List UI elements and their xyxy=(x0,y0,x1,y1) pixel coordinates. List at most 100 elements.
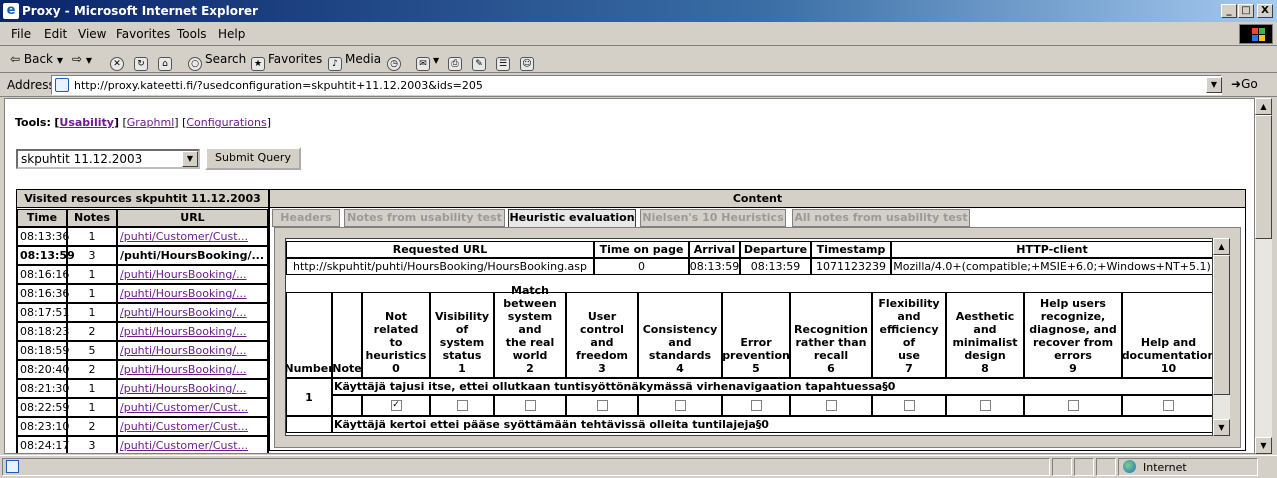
row-url-link[interactable]: /puhti/Customer/Cust... xyxy=(120,420,248,433)
req-timestamp: 1071123239 xyxy=(811,258,891,275)
heuristic-checkbox[interactable]: ✓ xyxy=(390,400,402,411)
inner-scrollbar[interactable]: ▲ ▼ xyxy=(1213,238,1230,436)
home-button[interactable]: ⌂ xyxy=(158,52,175,71)
row-time: 08:13:36 xyxy=(17,227,69,246)
heur-col-label: system and xyxy=(507,310,553,336)
heur-col-label: errors xyxy=(1054,349,1092,362)
scroll-thumb[interactable] xyxy=(1213,255,1230,395)
tab-notes-from-usability-test[interactable]: Notes from usability test xyxy=(344,209,505,227)
tools-link-graphml[interactable]: Graphml xyxy=(127,116,175,129)
menu-tools[interactable]: Tools xyxy=(177,27,207,41)
messenger-button[interactable]: ☺ xyxy=(520,52,537,71)
heuristic-checkbox[interactable] xyxy=(456,400,468,411)
maximize-button[interactable]: □ xyxy=(1238,4,1254,18)
tools-link-configurations[interactable]: Configurations xyxy=(186,116,266,129)
refresh-button[interactable]: ↻ xyxy=(134,52,151,71)
row-notes: 2 xyxy=(67,417,117,436)
tab-heuristic-evaluation[interactable]: Heuristic evaluation xyxy=(508,209,636,228)
favorites-button[interactable]: ★ Favorites xyxy=(251,52,322,71)
row-url-link[interactable]: /puhti/Customer/Cust... xyxy=(120,230,248,243)
media-button[interactable]: ♪ Media xyxy=(328,52,381,71)
row-url-link[interactable]: /puhti/HoursBooking/... xyxy=(120,268,247,281)
tab-all-notes-from-usability-test[interactable]: All notes from usability test xyxy=(792,209,970,227)
configuration-select[interactable]: skpuhtit 11.12.2003 ▼ xyxy=(16,149,200,169)
row-url-link[interactable]: /puhti/HoursBooking/... xyxy=(120,325,247,338)
tab-headers[interactable]: Headers xyxy=(272,209,340,227)
row-url-link[interactable]: /puhti/HoursBooking/... xyxy=(120,363,247,376)
back-button[interactable]: ⇦ Back ▼ xyxy=(10,52,63,66)
mail-button[interactable]: ✉ ▼ xyxy=(416,52,439,71)
chevron-down-icon[interactable]: ▼ xyxy=(182,151,198,167)
status-panel xyxy=(1074,458,1094,476)
heur-header-col-5: Error prevention 5 xyxy=(722,292,790,378)
heur-row-number: 1 xyxy=(286,378,332,416)
heuristic-checkbox[interactable] xyxy=(596,400,608,411)
row-url-link[interactable]: /puhti/Customer/Cust... xyxy=(120,401,248,414)
row-notes: 5 xyxy=(67,341,117,360)
row-url-link[interactable]: /puhti/HoursBooking/... xyxy=(120,287,247,300)
submit-query-button[interactable]: Submit Query xyxy=(205,147,301,170)
heuristic-checkbox[interactable] xyxy=(674,400,686,411)
heur-col-label: the real xyxy=(505,336,555,349)
print-button[interactable]: ⎙ xyxy=(448,52,465,71)
close-button[interactable]: X xyxy=(1257,4,1273,18)
heur-col-label: prevention xyxy=(722,349,790,362)
discuss-button[interactable]: ☰ xyxy=(496,52,513,71)
heuristic-checkbox[interactable] xyxy=(979,400,991,411)
tools-label: Tools: xyxy=(15,116,51,129)
page-scrollbar[interactable]: ▲ ▼ xyxy=(1255,98,1272,454)
history-button[interactable]: ◷ xyxy=(387,52,404,71)
menu-edit[interactable]: Edit xyxy=(44,27,67,41)
address-input[interactable]: http://proxy.kateetti.fi/?usedconfigurat… xyxy=(51,75,1222,95)
heur-col-number: 2 xyxy=(526,362,534,375)
heuristic-checkbox[interactable] xyxy=(524,400,536,411)
row-notes: 1 xyxy=(67,265,117,284)
address-dropdown-button[interactable]: ▼ xyxy=(1206,77,1222,93)
search-button[interactable]: ○ Search xyxy=(188,52,246,71)
heuristic-checkbox[interactable] xyxy=(1067,400,1079,411)
menu-help[interactable]: Help xyxy=(218,27,245,41)
heur-header-col-3: User control and freedom 3 xyxy=(566,292,638,378)
heuristic-checkbox[interactable] xyxy=(750,400,762,411)
row-url-link[interactable]: /puhti/HoursBooking/... xyxy=(120,249,264,262)
page-icon xyxy=(55,78,69,92)
menu-favorites[interactable]: Favorites xyxy=(116,27,170,41)
row-url-link[interactable]: /puhti/HoursBooking/... xyxy=(120,382,247,395)
heur-col-label: Help users xyxy=(1040,297,1106,310)
heur-col-number: 0 xyxy=(392,362,400,375)
row-time: 08:18:23 xyxy=(17,322,69,341)
heur-col-label: control and xyxy=(580,323,624,349)
row-notes: 2 xyxy=(67,322,117,341)
stop-button[interactable]: ✕ xyxy=(110,52,127,71)
ie-icon: e xyxy=(3,3,19,19)
row-url-link[interactable]: /puhti/Customer/Cust... xyxy=(120,439,248,452)
edit-button[interactable]: ✎ xyxy=(472,52,489,71)
minimize-button[interactable]: _ xyxy=(1221,4,1237,18)
heuristic-checkbox[interactable] xyxy=(825,400,837,411)
tab-nielsens-10-heuristics[interactable]: Nielsen's 10 Heuristics xyxy=(640,209,786,227)
tools-link-usability[interactable]: Usability xyxy=(59,116,114,129)
scroll-down-icon[interactable]: ▼ xyxy=(1255,437,1272,454)
heur-col-label: Flexibility xyxy=(878,297,940,310)
scroll-down-icon[interactable]: ▼ xyxy=(1213,419,1230,436)
row-url-link[interactable]: /puhti/HoursBooking/... xyxy=(120,344,247,357)
heuristic-checkbox[interactable] xyxy=(1163,400,1174,411)
heur-col-number: 4 xyxy=(676,362,684,375)
heur-check-cell xyxy=(566,395,638,416)
menu-file[interactable]: File xyxy=(11,27,31,41)
menu-view[interactable]: View xyxy=(78,27,106,41)
status-bar: Internet xyxy=(0,455,1277,478)
row-time: 08:18:59 xyxy=(17,341,69,360)
heuristic-checkbox[interactable] xyxy=(903,400,915,411)
heur-col-label: to xyxy=(389,336,403,349)
heur-header-col-4: Consistency and standards 4 xyxy=(638,292,722,378)
row-url-link[interactable]: /puhti/HoursBooking/... xyxy=(120,306,247,319)
scroll-up-icon[interactable]: ▲ xyxy=(1213,238,1230,255)
forward-button[interactable]: ⇨ ▼ xyxy=(72,52,92,66)
table-row: 08:18:59 5/puhti/HoursBooking/... xyxy=(17,341,268,360)
req-time: 0 xyxy=(594,258,689,275)
scroll-thumb[interactable] xyxy=(1255,115,1272,239)
heur-header-col-8: Aesthetic and minimalist design 8 xyxy=(946,292,1024,378)
go-button[interactable]: ➜Go xyxy=(1231,77,1258,91)
scroll-up-icon[interactable]: ▲ xyxy=(1255,98,1272,115)
